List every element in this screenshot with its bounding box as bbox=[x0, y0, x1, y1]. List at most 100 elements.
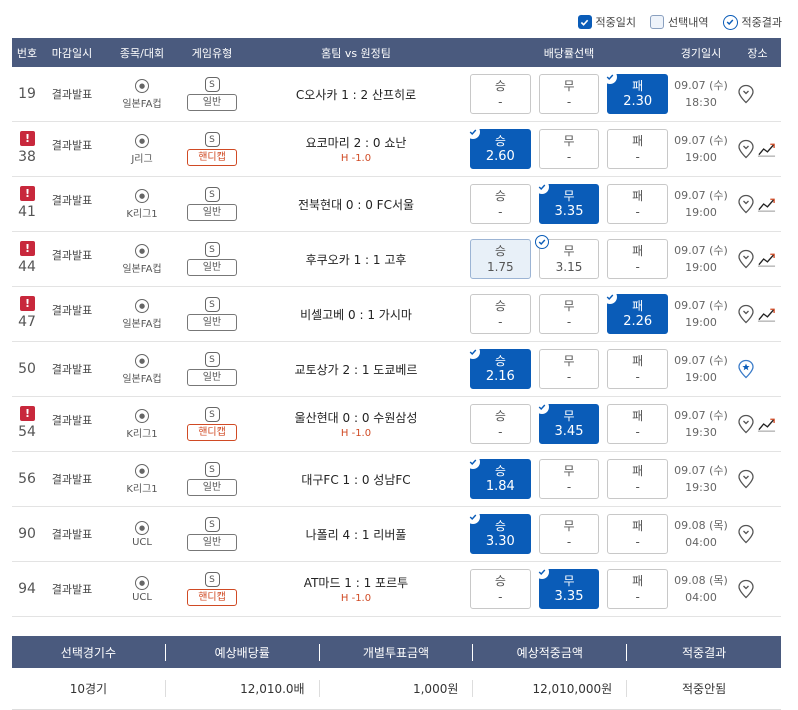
odds-draw-button[interactable]: 무- bbox=[538, 349, 600, 389]
league-name: K리그1 bbox=[126, 208, 158, 220]
map-pin-icon[interactable] bbox=[736, 249, 755, 269]
league-cell: ● 일본FA컵 bbox=[102, 243, 182, 275]
summary-header-result: 적중결과 bbox=[682, 645, 727, 660]
soccer-ball-icon: ● bbox=[135, 520, 149, 535]
game-type-cell: S 일반 bbox=[182, 352, 242, 386]
odds-lose-button[interactable]: 패- bbox=[607, 404, 669, 444]
trend-chart-icon[interactable] bbox=[757, 195, 776, 214]
star-pin-icon[interactable] bbox=[736, 359, 755, 379]
odds-win-button[interactable]: 승- bbox=[470, 404, 531, 444]
soccer-ball-icon: ● bbox=[135, 133, 149, 148]
row-number-cell: 19 bbox=[12, 67, 42, 122]
warning-icon: ! bbox=[20, 295, 35, 311]
odds-cell: 승 - 무 - 패 2.26 bbox=[470, 290, 669, 334]
trend-chart-icon[interactable] bbox=[757, 415, 776, 434]
odds-draw-button[interactable]: 무 3.35 bbox=[534, 565, 600, 609]
match-date: 09.07 (수) bbox=[674, 134, 728, 147]
odds-value: - bbox=[635, 480, 640, 494]
trend-chart-icon[interactable] bbox=[757, 140, 776, 159]
odds-lose-button[interactable]: 패- bbox=[607, 459, 669, 499]
summary-row: 10경기 12,010.0배 1,000원 12,010,000원 적중안됨 bbox=[12, 668, 781, 710]
match-date: 09.07 (수) bbox=[674, 354, 728, 367]
odds-win-button[interactable]: 승- bbox=[470, 74, 531, 114]
match-time: 19:00 bbox=[685, 261, 717, 274]
map-pin-icon[interactable] bbox=[736, 414, 755, 434]
legend-hit-result-label: 적중결과 bbox=[741, 16, 782, 29]
league-cell: ● 일본FA컵 bbox=[102, 298, 182, 330]
odds-win-button[interactable]: 승- bbox=[470, 294, 531, 334]
odds-draw-button[interactable]: 무 3.35 bbox=[534, 180, 600, 224]
league-name: K리그1 bbox=[126, 428, 158, 440]
odds-value: - bbox=[566, 95, 572, 109]
odds-draw-button[interactable]: 무- bbox=[538, 74, 600, 114]
odds-win-button[interactable]: 승- bbox=[470, 569, 531, 609]
match-cell: 대구FC 1 : 0 성남FC bbox=[242, 471, 470, 488]
odds-win-button[interactable]: 승 2.60 bbox=[466, 125, 531, 169]
odds-label: 무 bbox=[563, 299, 575, 313]
game-type-cell: S 일반 bbox=[182, 242, 242, 276]
match-time: 19:00 bbox=[685, 316, 717, 329]
odds-win-button[interactable]: 승 2.16 bbox=[466, 345, 531, 389]
empty-box-icon bbox=[650, 15, 665, 29]
odds-lose-button[interactable]: 패- bbox=[607, 184, 669, 224]
soccer-ball-icon: ● bbox=[135, 575, 149, 590]
odds-value: - bbox=[566, 150, 572, 164]
odds-label: 승 bbox=[494, 79, 506, 93]
odds-win-button[interactable]: 승 1.75 bbox=[470, 239, 531, 279]
odds-cell: 승 1.84 무 - 패 - bbox=[466, 455, 669, 499]
check-circle-icon bbox=[534, 565, 549, 579]
odds-lose-button[interactable]: 패- bbox=[607, 239, 669, 279]
odds-draw-button[interactable]: 무- bbox=[538, 129, 600, 169]
s-badge-icon: S bbox=[204, 517, 220, 532]
odds-value: 2.60 bbox=[485, 149, 515, 164]
odds-win-button[interactable]: 승 1.84 bbox=[466, 455, 531, 499]
map-pin-icon[interactable] bbox=[736, 304, 755, 324]
map-pin-icon[interactable] bbox=[736, 84, 755, 104]
odds-lose-button[interactable]: 패- bbox=[607, 569, 669, 609]
odds-value: 3.45 bbox=[554, 424, 584, 439]
row-number: 94 bbox=[18, 580, 36, 597]
odds-lose-button[interactable]: 패- bbox=[607, 129, 669, 169]
game-type-badge: 핸디캡 bbox=[187, 424, 237, 441]
summary-header-count: 선택경기수 bbox=[12, 643, 166, 661]
map-pin-icon[interactable] bbox=[736, 579, 755, 599]
match-time: 04:00 bbox=[685, 536, 717, 549]
odds-label: 무 bbox=[563, 574, 575, 588]
game-type-cell: S 일반 bbox=[182, 297, 242, 331]
summary-stake: 1,000원 bbox=[320, 680, 474, 697]
warning-icon: ! bbox=[20, 130, 35, 146]
map-pin-icon[interactable] bbox=[736, 139, 755, 159]
s-badge-icon: S bbox=[204, 77, 220, 92]
odds-label: 승 bbox=[494, 519, 506, 533]
odds-value: - bbox=[635, 370, 640, 384]
odds-draw-button[interactable]: 무 3.45 bbox=[534, 400, 600, 444]
odds-win-button[interactable]: 승- bbox=[470, 184, 531, 224]
trend-chart-icon[interactable] bbox=[757, 250, 776, 269]
match-time: 04:00 bbox=[685, 591, 717, 604]
odds-lose-button[interactable]: 패- bbox=[607, 349, 669, 389]
check-circle-icon bbox=[603, 70, 618, 84]
league-name: UCL bbox=[132, 591, 152, 603]
odds-value: 2.16 bbox=[485, 369, 515, 384]
odds-draw-button[interactable]: 무- bbox=[538, 514, 600, 554]
row-number: 54 bbox=[18, 423, 36, 440]
map-pin-icon[interactable] bbox=[736, 469, 755, 489]
odds-value: - bbox=[498, 315, 503, 329]
odds-cell: 승 2.16 무 - 패 - bbox=[466, 345, 669, 389]
trend-chart-icon[interactable] bbox=[757, 305, 776, 324]
odds-win-button[interactable]: 승 3.30 bbox=[466, 510, 531, 554]
warning-icon: ! bbox=[20, 185, 35, 201]
map-pin-icon[interactable] bbox=[736, 524, 755, 544]
table-row: ! 41 결과발표 ● K리그1 S 일반 전북현대 0 : 0 FC서울 승 - 무 3.35 패 -0… bbox=[12, 177, 781, 232]
map-pin-icon[interactable] bbox=[736, 194, 755, 214]
odds-lose-button[interactable]: 패- bbox=[607, 514, 669, 554]
league-name: 일본FA컵 bbox=[122, 263, 162, 275]
odds-draw-button[interactable]: 무 3.15 bbox=[534, 235, 600, 279]
odds-lose-button[interactable]: 패 2.26 bbox=[603, 290, 669, 334]
odds-value: - bbox=[635, 260, 640, 274]
odds-draw-button[interactable]: 무- bbox=[538, 459, 600, 499]
check-filled-icon bbox=[577, 15, 592, 29]
odds-draw-button[interactable]: 무- bbox=[538, 294, 600, 334]
odds-lose-button[interactable]: 패 2.30 bbox=[603, 70, 669, 114]
match-time: 19:00 bbox=[685, 206, 717, 219]
